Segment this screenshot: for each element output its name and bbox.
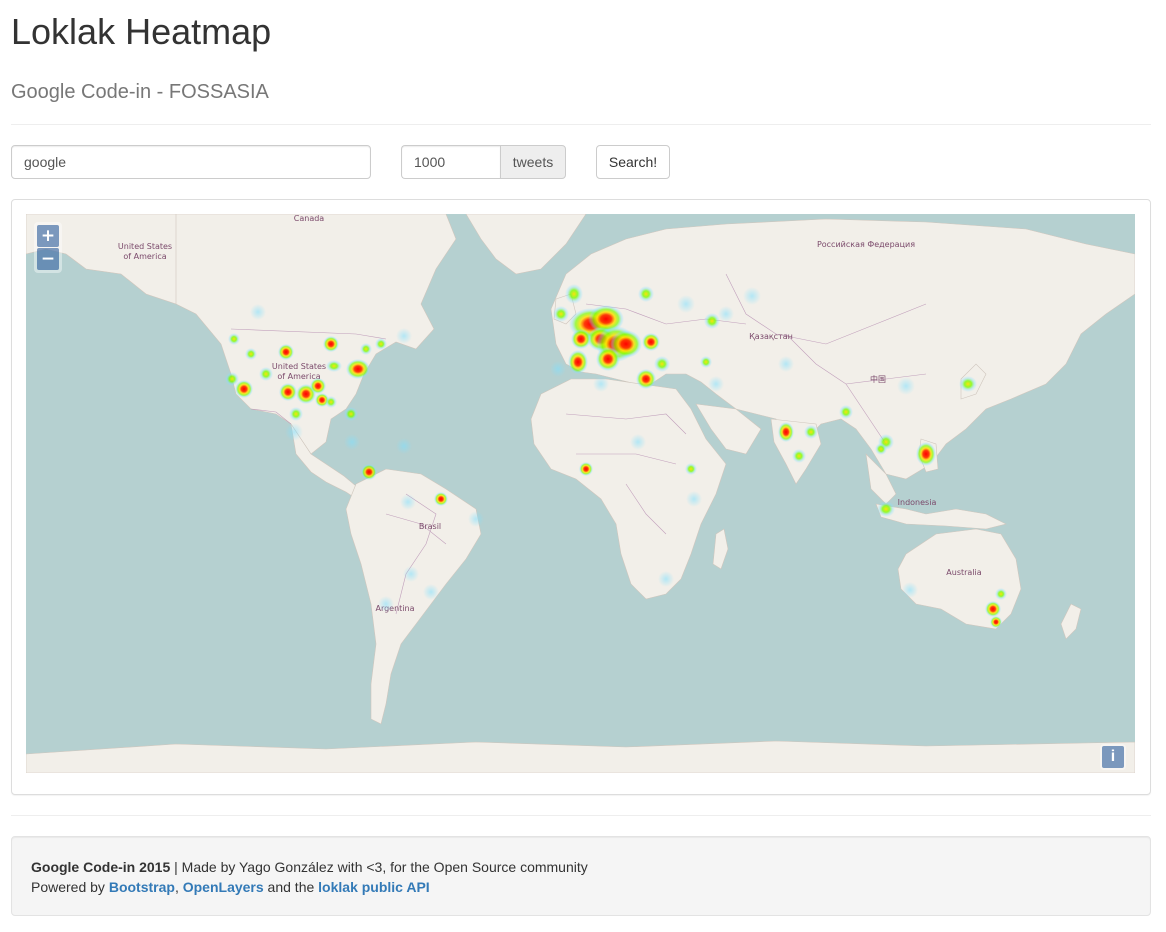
label-brasil: Brasil	[419, 522, 441, 531]
label-australia: Australia	[946, 568, 981, 577]
footer: Google Code-in 2015 | Made by Yago Gonzá…	[11, 836, 1151, 916]
search-button[interactable]: Search!	[596, 145, 670, 179]
land-antarctica	[26, 740, 1135, 773]
zoom-control: + −	[34, 222, 62, 273]
label-kazakhstan: Қазақстан	[749, 332, 793, 341]
heatmap-map[interactable]: Canada United States of America United S…	[26, 214, 1135, 773]
tweet-count-addon: tweets	[500, 145, 566, 179]
page-title: Loklak Heatmap	[11, 11, 272, 52]
label-indonesia: Indonesia	[898, 498, 937, 507]
footer-gci-label: Google Code-in 2015	[31, 859, 171, 875]
label-usa-top: United States	[118, 242, 172, 251]
openlayers-link[interactable]: OpenLayers	[183, 879, 264, 895]
header-divider	[11, 124, 1151, 125]
label-china: 中国	[870, 374, 886, 384]
footer-line-powered: Powered by Bootstrap, OpenLayers and the…	[31, 877, 1131, 897]
footer-divider	[11, 815, 1151, 816]
label-usa-top-2: of America	[123, 252, 166, 261]
label-canada: Canada	[294, 214, 325, 223]
loklak-api-link[interactable]: loklak public API	[318, 879, 430, 895]
footer-powered-prefix: Powered by	[31, 879, 109, 895]
page-subtitle: Google Code-in - FOSSASIA	[11, 81, 269, 103]
footer-credits-text: | Made by Yago González with <3, for the…	[170, 859, 588, 875]
info-icon[interactable]: i	[1102, 746, 1124, 768]
label-usa-mid: United States	[272, 362, 326, 371]
bootstrap-link[interactable]: Bootstrap	[109, 879, 175, 895]
label-russia: Российская Федерация	[817, 240, 915, 249]
tweet-count-group: tweets	[401, 145, 566, 179]
search-query-input[interactable]	[11, 145, 371, 179]
zoom-in-button[interactable]: +	[37, 225, 59, 247]
footer-line-credits: Google Code-in 2015 | Made by Yago Gonzá…	[31, 857, 1131, 877]
footer-sep-1: ,	[174, 879, 183, 895]
world-map-svg: Canada United States of America United S…	[26, 214, 1135, 773]
footer-sep-2: and the	[263, 879, 319, 895]
attribution-control[interactable]: i	[1100, 744, 1126, 770]
tweet-count-input[interactable]	[401, 145, 500, 179]
zoom-out-button[interactable]: −	[37, 248, 59, 270]
